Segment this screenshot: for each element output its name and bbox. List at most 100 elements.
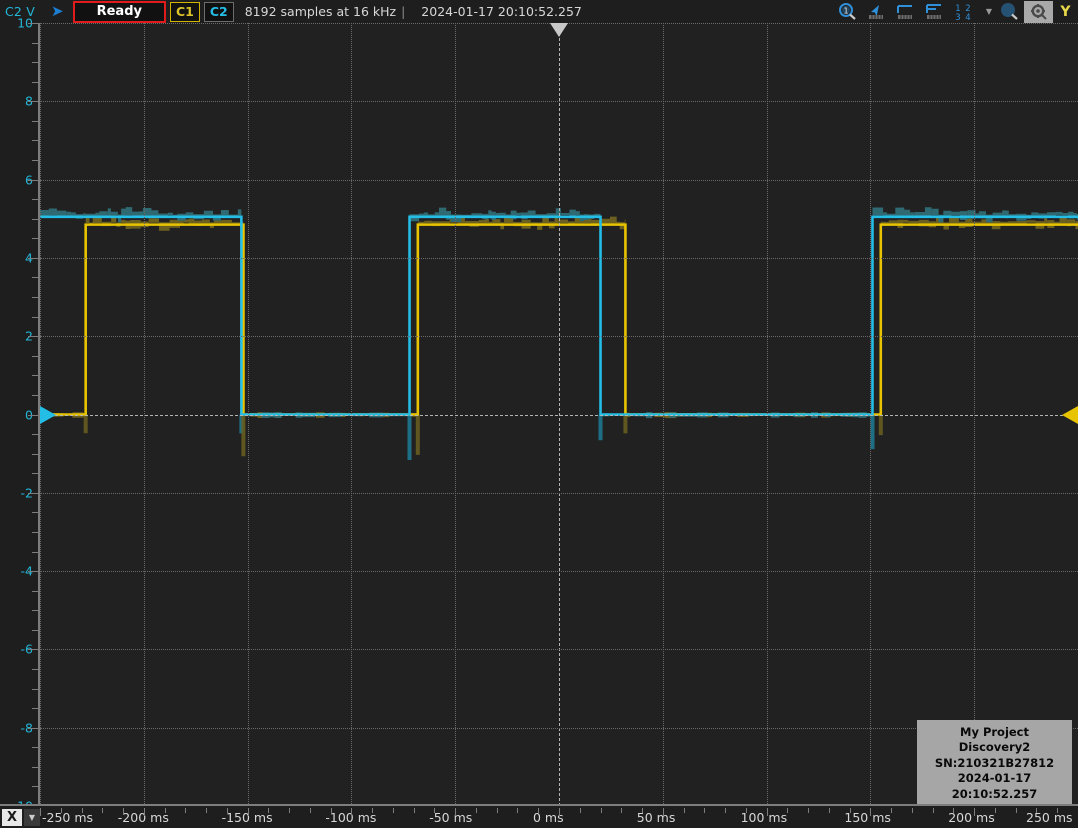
x-axis-tick [974,808,975,816]
x-axis-tick [787,808,788,813]
capture-timestamp: 2024-01-17 20:10:52.257 [421,4,582,19]
y-axis-tick [28,571,38,572]
x-axis-tick-label: 200 ms [948,810,995,825]
channel-badge-c2[interactable]: C2 [204,2,234,22]
x-axis-tick [995,808,996,813]
x-axis-tick [953,808,954,813]
channel-badge-c1[interactable]: C1 [170,2,200,22]
y-axis-tick [32,82,38,83]
x-axis-tick [767,808,768,816]
x-axis-tick [1016,808,1017,813]
y-axis-tick [32,43,38,44]
y-axis[interactable]: 1086420-2-4-6-8-10 [0,23,40,806]
y-axis-tick [32,160,38,161]
x-axis-tick [372,808,373,813]
x-axis-tick [829,808,830,813]
y-axis-tick [32,219,38,220]
x-axis-tick [933,808,934,813]
acquisition-info: 8192 samples at 16 kHz [245,4,396,19]
x-axis-tick [621,808,622,813]
cursor-drag-icon[interactable] [862,1,891,23]
align-top-icon[interactable] [891,1,920,23]
x-axis-dropdown-caret-icon[interactable]: ▼ [24,809,40,826]
y-axis-tick [32,121,38,122]
info-device: Discovery2 [921,740,1068,756]
x-axis-tick [850,808,851,813]
y-axis-tick [32,375,38,376]
y-axis-toggle[interactable]: Y [1053,1,1078,23]
x-axis-tick [912,808,913,813]
align-left-icon[interactable] [920,1,949,23]
y-axis-tick [32,317,38,318]
x-axis-tick [144,808,145,816]
c2-level-marker[interactable] [40,406,56,424]
zoom-magnifier-icon[interactable] [995,1,1024,23]
x-axis-tick [82,808,83,813]
y-axis-tick [32,689,38,690]
edge-overshoot-spikes [239,415,874,461]
y-axis-tick [32,786,38,787]
x-axis-tick-label: 100 ms [741,810,788,825]
x-axis-tick [601,808,602,813]
waveform-traces [40,23,1078,806]
x-axis[interactable]: X ▼ -250 ms-200 ms-150 ms-100 ms-50 ms0 … [0,806,1078,828]
x-axis-tick-label: -50 ms [429,810,472,825]
svg-text:3: 3 [955,13,960,21]
y-axis-tick [32,434,38,435]
svg-text:1: 1 [843,6,848,15]
waveform-plot[interactable] [40,23,1078,806]
y-axis-tick [32,395,38,396]
y-axis-tick [28,336,38,337]
x-axis-tick [185,808,186,813]
toolbar-button-group: 1 [833,0,1078,23]
x-axis-tick [414,808,415,813]
y-axis-tick [32,591,38,592]
x-axis-tick [476,808,477,813]
run-arrow-icon[interactable]: ➤ [51,4,64,19]
y-axis-tick [28,728,38,729]
x-axis-tick [704,808,705,813]
x-axis-tick [1036,808,1037,813]
x-axis-tick-label: 150 ms [844,810,891,825]
top-toolbar: C2 V ➤ Ready C1 C2 8192 samples at 16 kH… [0,0,1078,23]
x-axis-tick [870,808,871,816]
y-axis-tick [32,356,38,357]
x-axis-tick-label: -250 ms [42,810,93,825]
y-axis-tick [32,454,38,455]
y-axis-tick [32,199,38,200]
grid-layout-icon[interactable]: 1 2 3 4 [949,1,983,23]
x-axis-button[interactable]: X [2,809,22,826]
x-axis-tick [517,808,518,813]
y-axis-tick [32,630,38,631]
x-axis-tick [331,808,332,813]
x-axis-tick [248,808,249,816]
svg-text:4: 4 [965,13,970,21]
dropdown-caret-icon[interactable]: ▼ [983,7,995,16]
x-axis-tick [393,808,394,813]
status-badge[interactable]: Ready [73,1,166,23]
y-axis-tick [28,649,38,650]
x-axis-tick [684,808,685,813]
waveform-trace-c1 [40,225,1078,415]
y-axis-tick [28,415,38,416]
x-axis-tick [580,808,581,813]
y-axis-tick [32,532,38,533]
x-axis-tick [165,808,166,813]
y-axis-tick [32,610,38,611]
x-axis-tick [538,808,539,813]
y-axis-tick [32,512,38,513]
waveform-trace-c2 [40,217,1078,415]
y-axis-tick [28,493,38,494]
x-axis-tick [1057,808,1058,813]
y-axis-tick [32,473,38,474]
c1-level-marker[interactable] [1062,406,1078,424]
y-axis-tick [32,708,38,709]
y-axis-tick [28,258,38,259]
zoom-fit-icon[interactable]: 1 [833,1,862,23]
y-axis-tick [28,101,38,102]
settings-gear-icon[interactable] [1024,1,1053,23]
y-axis-tick [32,140,38,141]
x-axis-tick [497,808,498,813]
info-overlay: My Project Discovery2 SN:210321B27812 20… [917,720,1072,807]
trigger-position-marker[interactable] [550,23,568,37]
